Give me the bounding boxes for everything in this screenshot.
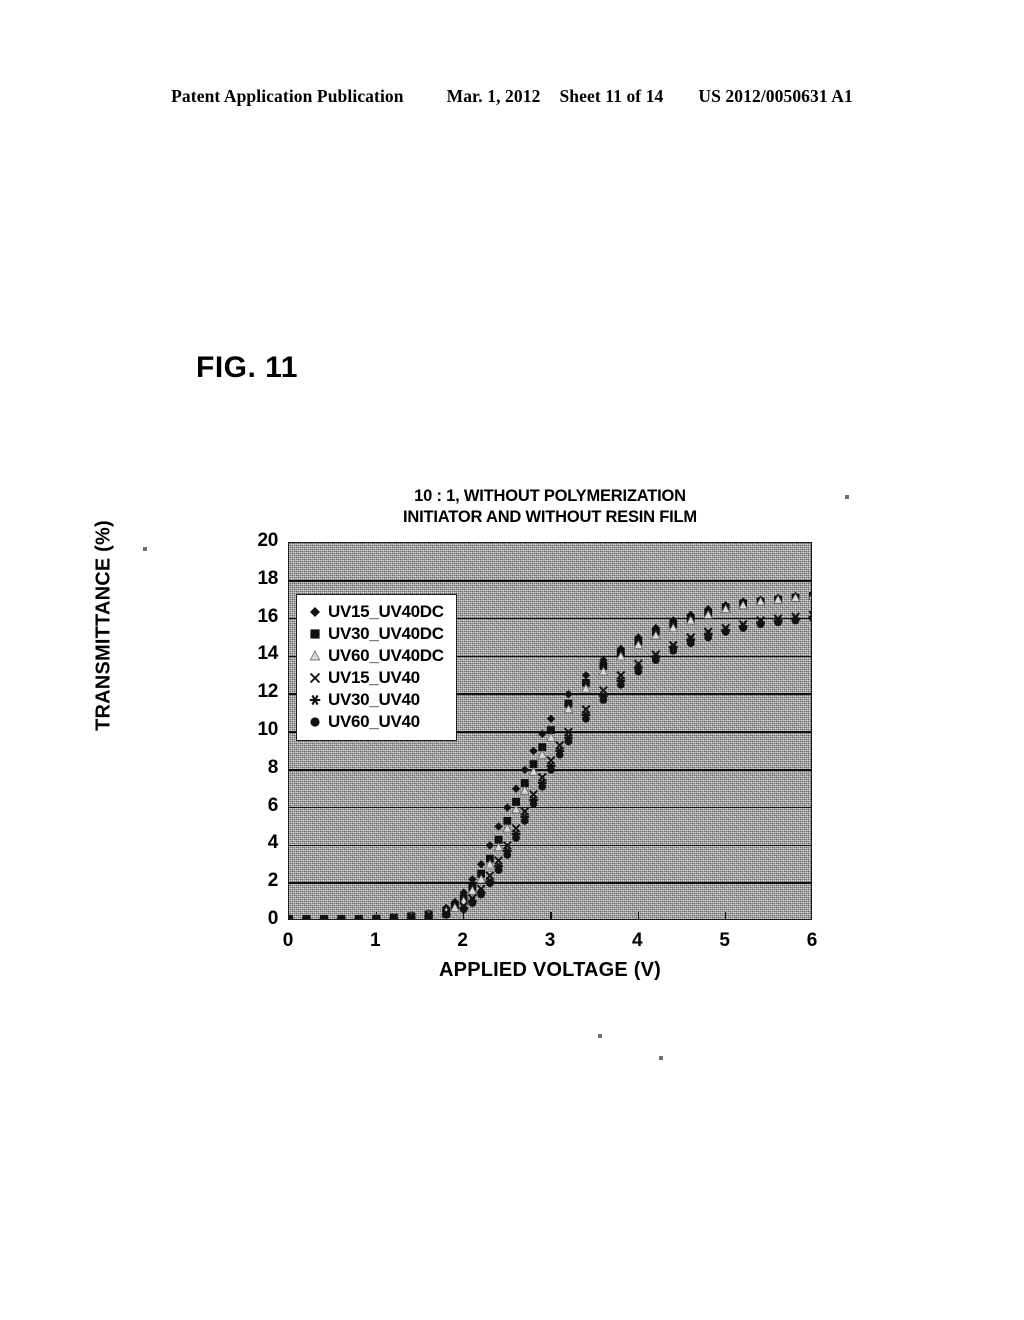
y-tick-label: 12 [257, 681, 278, 703]
legend-item-label: UV60_UV40 [328, 712, 420, 731]
legend-item: UV30_UV40DC [305, 623, 444, 645]
legend-item-label: UV15_UV40DC [328, 602, 444, 621]
legend-item: UV60_UV40DC [305, 645, 444, 667]
scan-artifact [845, 495, 849, 499]
y-tick-label: 0 [267, 908, 279, 929]
legend-item-label: UV60_UV40DC [328, 646, 444, 665]
cross-marker-icon [305, 668, 325, 688]
scan-artifact [598, 1034, 602, 1038]
chart-title-line-2: INITIATOR AND WITHOUT RESIN FILM [403, 508, 697, 526]
x-tick-label: 1 [370, 930, 381, 951]
x-tick-label: 0 [282, 930, 294, 951]
legend-item: UV60_UV40 [305, 711, 444, 733]
legend-item-label: UV30_UV40DC [328, 624, 444, 643]
legend-item-label: UV30_UV40 [328, 690, 420, 709]
y-tick-label: 18 [257, 567, 278, 589]
scan-artifact [143, 547, 147, 551]
scan-artifact [659, 1056, 663, 1060]
square-marker-icon [305, 624, 325, 644]
legend-item: UV30_UV40 [305, 689, 444, 711]
star-marker-icon [305, 690, 325, 710]
x-tick-label: 6 [806, 930, 818, 951]
y-tick-label: 10 [257, 719, 278, 740]
x-axis-title: APPLIED VOLTAGE (V) [439, 959, 661, 981]
diamond-marker-icon [305, 602, 325, 622]
x-tick-label: 3 [544, 930, 556, 951]
legend-item: UV15_UV40DC [305, 601, 444, 623]
y-tick-label: 2 [267, 870, 279, 892]
y-tick-label: 14 [257, 643, 278, 665]
y-tick-label: 6 [267, 794, 279, 816]
x-tick-label: 5 [719, 930, 730, 951]
chart-title: 10 : 1, WITHOUT POLYMERIZATION INITIATOR… [288, 486, 812, 528]
chart-legend: UV15_UV40DC UV30_UV40DC UV60_UV40DC UV15_UV… [296, 594, 457, 741]
y-axis-title: TRANSMITTANCE (%) [92, 520, 115, 731]
triangle-marker-icon [305, 646, 325, 666]
y-tick-label: 4 [267, 832, 279, 854]
y-tick-label: 16 [257, 605, 278, 627]
y-tick-label: 20 [257, 530, 278, 551]
circle-marker-icon [305, 712, 325, 732]
x-tick-label: 2 [457, 930, 468, 951]
x-tick-label: 4 [632, 930, 643, 951]
chart-figure: 10 : 1, WITHOUT POLYMERIZATION INITIATOR… [0, 0, 1024, 1320]
legend-item-label: UV15_UV40 [328, 668, 420, 687]
y-tick-label: 8 [267, 756, 279, 778]
legend-item: UV15_UV40 [305, 667, 444, 689]
chart-title-line-1: 10 : 1, WITHOUT POLYMERIZATION [414, 487, 686, 505]
